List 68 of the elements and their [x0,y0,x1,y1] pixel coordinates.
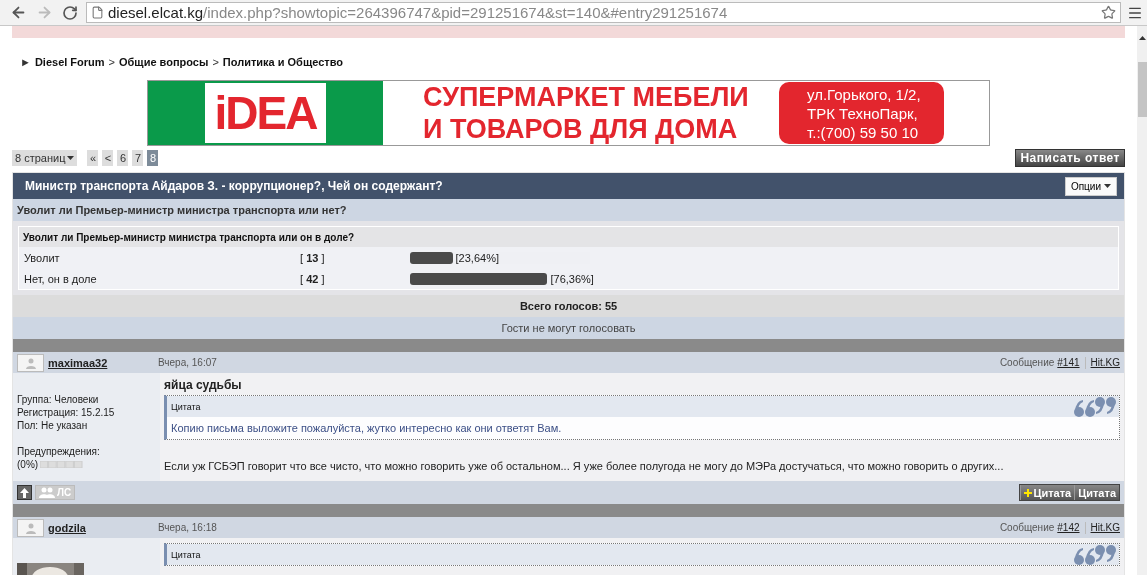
bookmark-star-icon[interactable] [1101,5,1116,20]
author-link[interactable]: godzila [48,521,158,534]
warnings-label: Предупреждения: [17,445,101,458]
banner-headline: СУПЕРМАРКЕТ МЕБЕЛИ [423,81,750,113]
scroll-thumb[interactable] [1137,62,1147,117]
scroll-up-button[interactable] [17,485,32,500]
user-info: Группа: Человеки [17,393,100,406]
poll-question: Уволит ли Премьер-министр министра транспорта или он в доле? [19,227,1118,247]
author-link[interactable]: maximaa32 [48,356,158,369]
multiquote-button[interactable]: Цитата [1020,485,1075,500]
breadcrumb-link[interactable]: Diesel Forum [34,56,105,68]
user-info: Регистрация: 15.2.15 [17,406,116,419]
post-date: Вчера, 16:18 [158,522,217,533]
vote-percent: [76,36%] [550,272,594,285]
breadcrumb-link[interactable]: Политика и Общество [222,56,343,68]
address-bar[interactable]: diesel.elcat.kg/index.php?showtopic=264396747&pid=291251674&st=140&#entry291251674 [86,2,1121,23]
reply-button[interactable]: Написать ответ [1015,149,1125,167]
post-date: Вчера, 16:07 [158,357,217,368]
guests-note: Гости не могут голосовать [501,322,636,334]
poll-option: Уволит [24,251,300,264]
quote-label: Цитата [171,549,201,560]
vote-count: [ 42 ] [300,272,326,285]
vote-percent: [23,64%] [455,251,499,264]
breadcrumb-marker: ► [20,56,31,68]
up-arrow-icon [20,487,29,498]
advert-banner[interactable]: iDEA СУПЕРМАРКЕТ МЕБЕЛИ И ТОВАРОВ ДЛЯ ДОМА ул.Горького, 1/2, ТРК ТехноПарк, т.:(700) 59 50 10 [147,80,990,146]
quote-marks-icon [1073,544,1117,566]
people-icon [39,487,55,498]
banner-headline: И ТОВАРОВ ДЛЯ ДОМА [423,113,739,145]
banner-logo: iDEA [204,83,327,143]
topic-subtitle: Уволит ли Премьер-министр министра транспорта или нет? [17,204,347,216]
poll-option: Нет, он в доле [24,272,300,285]
caret-icon [67,156,75,160]
user-icon [24,521,37,534]
topic-title: Министр транспорта Айдаров З. - коррупционер?, Чей он содержант? [25,179,443,193]
options-button[interactable]: Опции [1064,176,1117,196]
breadcrumb-separator: > [108,56,115,68]
caret-icon [1104,184,1111,188]
quote-marks-icon [1073,396,1117,418]
page-icon [91,6,104,19]
post-title: яйца судьбы [164,378,243,392]
user-info: Пол: Не указан [17,419,89,432]
site-link[interactable]: Hit.KG [1090,357,1120,368]
post-number-link[interactable]: #142 [1057,522,1080,533]
quote-text: Копию письма выложите пожалуйста, жутко интересно как они ответят Вам. [170,421,563,436]
scrollbar[interactable] [1137,26,1147,575]
post-label: Сообщение [999,522,1055,533]
page-button[interactable]: 6 [117,150,129,166]
pages-dropdown[interactable]: 8 страниц [12,150,78,166]
total-votes: Всего голосов: 55 [519,300,618,312]
post-label: Сообщение [999,357,1055,368]
user-icon [24,356,37,369]
post-number-link[interactable]: #141 [1057,357,1080,368]
page-button[interactable]: 7 [132,150,144,166]
breadcrumb-link[interactable]: Общие вопросы [119,56,209,68]
banner-address: ул.Горького, 1/2, ТРК ТехноПарк, т.:(700) 59 50 10 [779,82,944,144]
quote-label: Цитата [171,401,201,412]
vote-count: [ 13 ] [300,251,326,264]
scroll-up-arrow-icon[interactable] [1138,36,1146,40]
page-button[interactable]: < [102,150,114,166]
page-button[interactable]: « [87,150,99,166]
warnings-value: (0%) [17,458,39,471]
site-link[interactable]: Hit.KG [1090,522,1120,533]
warning-level-icon [40,461,84,468]
post-text: Если уж ГСБЭП говорит что все чисто, что можно говорить уже об остальном... Я уже более полугода не могу до МЭРа достучаться, что можно говорить о других... [164,460,1005,472]
plus-icon [1024,488,1033,497]
quote-button[interactable]: Цитата [1074,485,1119,500]
breadcrumb-separator: > [212,56,219,68]
